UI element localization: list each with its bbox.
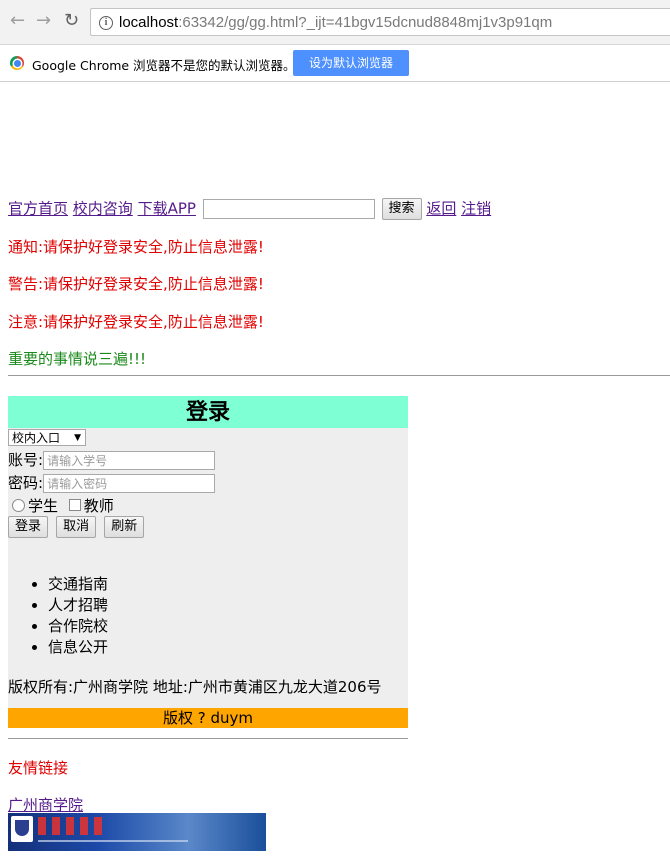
forward-arrow-icon[interactable]: →: [36, 11, 51, 31]
list-item: 人才招聘: [48, 595, 108, 616]
list-item: 合作院校: [48, 616, 108, 637]
url-path: :63342/gg/gg.html?_ijt=41bgv15dcnud8848m…: [178, 14, 553, 31]
attention-text: 注意:请保护好登录安全,防止信息泄露!: [8, 313, 264, 331]
copyright-address: 版权所有:广州商学院 地址:广州市黄浦区九龙大道206号: [8, 678, 382, 696]
divider: [8, 375, 670, 376]
divider: [8, 738, 408, 739]
teacher-checkbox[interactable]: [68, 499, 81, 511]
login-button[interactable]: 登录: [8, 516, 49, 538]
logout-link[interactable]: 注销: [461, 200, 491, 218]
gcc-banner-logo[interactable]: [8, 813, 266, 851]
list-item: 信息公开: [48, 637, 108, 658]
friend-links-title: 友情链接: [8, 759, 69, 777]
search-input[interactable]: [202, 199, 375, 219]
home-link[interactable]: 官方首页: [8, 200, 68, 218]
student-label: 学生: [28, 497, 59, 515]
back-link[interactable]: 返回: [426, 200, 456, 218]
student-radio[interactable]: [12, 499, 25, 512]
url-host: localhost: [119, 14, 179, 31]
password-label: 密码:: [8, 474, 44, 492]
important-text: 重要的事情说三遍!!!: [8, 350, 147, 368]
back-arrow-icon[interactable]: ←: [10, 11, 25, 31]
cancel-button[interactable]: 取消: [56, 516, 97, 538]
warning-text: 警告:请保护好登录安全,防止信息泄露!: [8, 275, 264, 293]
refresh-button[interactable]: 刷新: [104, 516, 145, 538]
account-field[interactable]: 请输入学号: [43, 451, 216, 470]
gcc-link[interactable]: 广州商学院: [8, 794, 83, 815]
teacher-label: 教师: [83, 497, 114, 515]
address-bar[interactable]: i localhost:63342/gg/gg.html?_ijt=41bgv1…: [90, 8, 670, 36]
login-buttons: 登录 取消 刷新: [8, 516, 147, 538]
consult-link[interactable]: 校内咨询: [73, 200, 133, 218]
download-app-link[interactable]: 下载APP: [138, 200, 196, 218]
login-panel: 登录 校内入口 ▼ 账号: 请输入学号 密码: 请输入密码 学生 教师 登录 取消 …: [8, 396, 408, 728]
info-icon[interactable]: i: [99, 16, 113, 30]
set-default-browser-button[interactable]: 设为默认浏览器: [293, 50, 409, 76]
top-navigation: 官方首页 校内咨询 下载APP 搜索 返回 注销: [8, 198, 491, 220]
account-label: 账号:: [8, 451, 44, 469]
entry-select[interactable]: 校内入口 ▼: [8, 429, 86, 446]
calligraphy-logo: [38, 817, 108, 835]
browser-toolbar: ← → ↻ i localhost:63342/gg/gg.html?_ijt=…: [0, 0, 670, 45]
default-browser-infobar: Google Chrome 浏览器不是您的默认浏览器。 设为默认浏览器: [0, 45, 670, 82]
entry-select-value: 校内入口: [12, 431, 61, 445]
school-seal-icon: [11, 816, 33, 842]
info-links-list: 交通指南 人才招聘 合作院校 信息公开: [48, 574, 108, 658]
banner-subline: [38, 840, 188, 842]
dropdown-caret-icon: ▼: [74, 433, 81, 443]
infobar-message: Google Chrome 浏览器不是您的默认浏览器。: [32, 58, 296, 73]
login-title: 登录: [8, 396, 408, 428]
list-item: 交通指南: [48, 574, 108, 595]
notice-text: 通知:请保护好登录安全,防止信息泄露!: [8, 238, 264, 256]
role-row: 学生 教师: [12, 496, 114, 516]
copyright-footer: 版权 ? duym: [8, 708, 408, 728]
account-row: 账号: 请输入学号: [8, 450, 216, 470]
password-field[interactable]: 请输入密码: [43, 474, 216, 493]
search-button[interactable]: 搜索: [381, 198, 422, 220]
password-row: 密码: 请输入密码: [8, 473, 216, 493]
chrome-logo-icon: [10, 56, 24, 70]
reload-icon[interactable]: ↻: [64, 11, 79, 31]
